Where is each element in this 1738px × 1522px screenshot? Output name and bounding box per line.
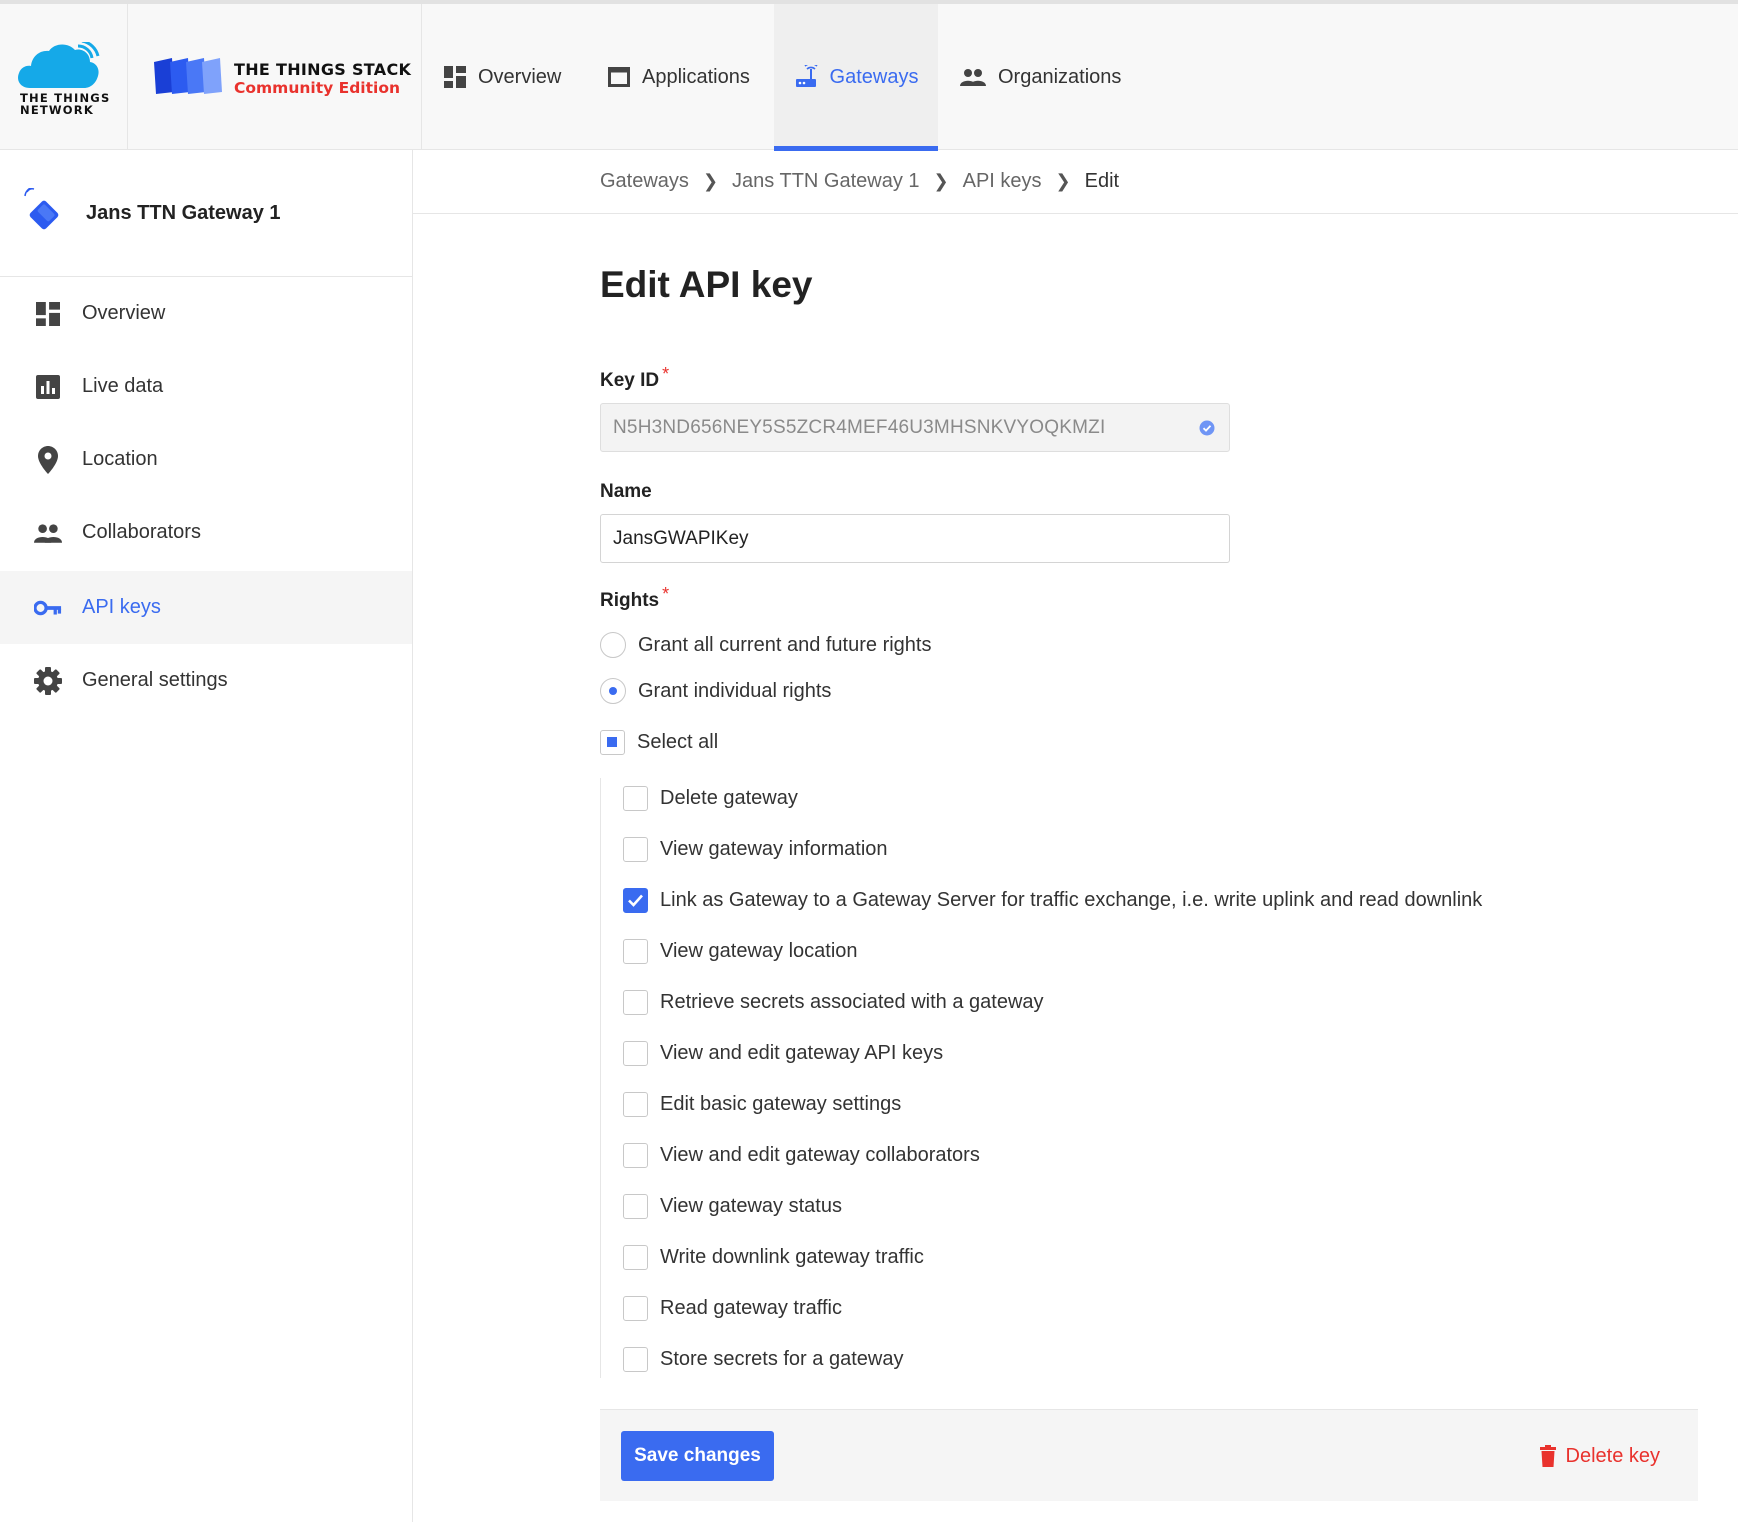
stack-edition: Community Edition	[234, 79, 401, 97]
key-icon	[34, 594, 62, 622]
sidebar-item-label: Collaborators	[82, 521, 201, 543]
checkbox[interactable]	[623, 1245, 648, 1270]
window-icon	[608, 67, 630, 87]
nav-applications[interactable]: Applications	[588, 4, 770, 150]
radio-button-selected[interactable]	[600, 678, 626, 704]
sidebar-item-label: Overview	[82, 302, 166, 324]
key-id-label: Key ID *	[600, 364, 670, 391]
chevron-right-icon: ❯	[933, 171, 949, 191]
stack-title: THE THINGS STACK	[234, 60, 412, 79]
people-icon	[34, 519, 62, 547]
right-view-gateway-information[interactable]: View gateway information	[623, 837, 888, 862]
breadcrumb-gateway-name[interactable]: Jans TTN Gateway 1	[732, 170, 919, 193]
right-view-edit-collaborators[interactable]: View and edit gateway collaborators	[623, 1143, 980, 1168]
required-mark: *	[662, 364, 670, 384]
verified-check-icon	[1199, 420, 1215, 436]
right-store-secrets[interactable]: Store secrets for a gateway	[623, 1347, 903, 1372]
sidebar-item-label: API keys	[82, 596, 161, 618]
rights-group-divider	[600, 778, 601, 1378]
rights-label: Rights *	[600, 584, 670, 611]
checkbox[interactable]	[623, 1143, 648, 1168]
sidebar: Jans TTN Gateway 1 Overview Live data Lo…	[0, 150, 413, 1522]
name-label: Name	[600, 481, 652, 502]
form-actions-bar: Save changes Delete key	[600, 1409, 1698, 1501]
nav-gateways-label: Gateways	[829, 65, 919, 88]
right-retrieve-secrets[interactable]: Retrieve secrets associated with a gatew…	[623, 990, 1044, 1015]
right-write-downlink-traffic[interactable]: Write downlink gateway traffic	[623, 1245, 924, 1270]
chevron-right-icon: ❯	[1055, 171, 1071, 191]
nav-organizations-label: Organizations	[998, 65, 1122, 88]
location-pin-icon	[34, 445, 62, 474]
breadcrumb-gateways[interactable]: Gateways	[600, 170, 689, 193]
nav-applications-label: Applications	[642, 65, 750, 88]
breadcrumb-api-keys[interactable]: API keys	[963, 170, 1042, 193]
checkbox[interactable]	[623, 939, 648, 964]
sidebar-item-overview[interactable]: Overview	[0, 277, 412, 350]
chevron-right-icon: ❯	[702, 171, 719, 191]
right-view-gateway-status[interactable]: View gateway status	[623, 1194, 842, 1219]
sidebar-item-location[interactable]: Location	[0, 423, 412, 496]
top-navigation-bar: THE THINGS NETWORK THE THINGS STACK Comm…	[0, 0, 1738, 151]
checkbox[interactable]	[623, 1347, 648, 1372]
sidebar-item-live-data[interactable]: Live data	[0, 350, 412, 423]
dashboard-icon	[34, 300, 62, 328]
checkbox[interactable]	[623, 1296, 648, 1321]
delete-key-label: Delete key	[1565, 1444, 1661, 1467]
checkbox[interactable]	[623, 1041, 648, 1066]
name-input[interactable]: JansGWAPIKey	[600, 514, 1230, 563]
page-title: Edit API key	[600, 264, 813, 305]
breadcrumb: Gateways ❯ Jans TTN Gateway 1 ❯ API keys…	[413, 150, 1738, 214]
ttn-wordmark: THE THINGS NETWORK	[20, 91, 111, 117]
radio-grant-all-rights[interactable]: Grant all current and future rights	[600, 632, 931, 658]
select-all-checkbox[interactable]: Select all	[600, 730, 718, 755]
sidebar-item-api-keys[interactable]: API keys	[0, 571, 412, 644]
checkbox[interactable]	[623, 837, 648, 862]
radio-button[interactable]	[600, 632, 626, 658]
sidebar-item-label: Live data	[82, 375, 164, 397]
sidebar-item-label: Location	[82, 448, 158, 470]
right-delete-gateway[interactable]: Delete gateway	[623, 786, 798, 811]
the-things-stack-logo[interactable]: THE THINGS STACK Community Edition	[128, 4, 422, 150]
right-edit-basic-settings[interactable]: Edit basic gateway settings	[623, 1092, 901, 1117]
right-read-gateway-traffic[interactable]: Read gateway traffic	[623, 1296, 842, 1321]
key-id-field: N5H3ND656NEY5S5ZCR4MEF46U3MHSNKVYOQKMZI	[600, 403, 1230, 452]
sidebar-item-general-settings[interactable]: General settings	[0, 644, 412, 717]
sidebar-item-collaborators[interactable]: Collaborators	[0, 496, 412, 569]
the-things-network-logo[interactable]: THE THINGS NETWORK	[0, 4, 128, 150]
nav-organizations[interactable]: Organizations	[940, 4, 1141, 150]
right-view-gateway-location[interactable]: View gateway location	[623, 939, 858, 964]
required-mark: *	[662, 584, 670, 604]
radio-grant-individual-rights[interactable]: Grant individual rights	[600, 678, 831, 704]
nav-gateways[interactable]: Gateways	[774, 4, 938, 151]
nav-overview-label: Overview	[478, 65, 562, 88]
delete-key-button[interactable]: Delete key	[1539, 1435, 1661, 1477]
cloud-logo-icon	[18, 42, 100, 88]
trash-icon	[1539, 1445, 1556, 1467]
key-id-value: N5H3ND656NEY5S5ZCR4MEF46U3MHSNKVYOQKMZI	[613, 416, 1106, 438]
gateway-diamond-icon	[24, 188, 59, 230]
checkbox[interactable]	[623, 1194, 648, 1219]
breadcrumb-edit: Edit	[1084, 170, 1120, 192]
checkbox[interactable]	[623, 1092, 648, 1117]
right-link-gateway-server[interactable]: Link as Gateway to a Gateway Server for …	[623, 888, 1482, 913]
save-changes-button[interactable]: Save changes	[621, 1431, 774, 1481]
sidebar-gateway-header: Jans TTN Gateway 1	[0, 150, 412, 277]
gear-icon	[34, 666, 62, 695]
sidebar-gateway-name: Jans TTN Gateway 1	[86, 202, 281, 224]
checkbox-indeterminate[interactable]	[600, 730, 625, 755]
bar-chart-icon	[34, 373, 62, 401]
right-view-edit-api-keys[interactable]: View and edit gateway API keys	[623, 1041, 943, 1066]
checkmark-icon	[628, 894, 643, 907]
stack-blocks-logo-icon	[154, 58, 222, 94]
sidebar-item-label: General settings	[82, 669, 228, 691]
nav-overview[interactable]: Overview	[424, 4, 581, 150]
name-input-value: JansGWAPIKey	[613, 527, 749, 549]
checkbox[interactable]	[623, 786, 648, 811]
people-icon	[960, 69, 986, 86]
dashboard-icon	[444, 66, 466, 88]
gateway-router-icon	[795, 65, 818, 87]
checkbox-checked[interactable]	[623, 888, 648, 913]
checkbox[interactable]	[623, 990, 648, 1015]
